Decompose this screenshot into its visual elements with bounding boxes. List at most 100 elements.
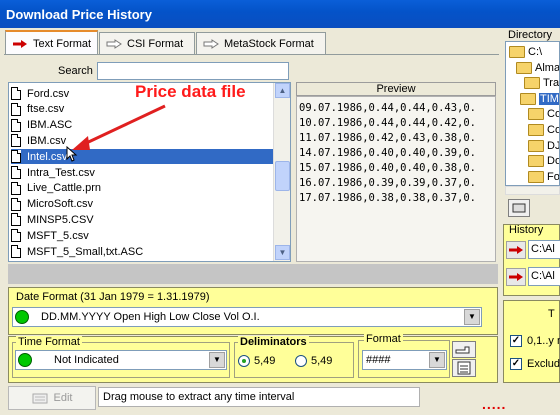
arrow-right-icon [106, 38, 122, 49]
tab-label: Text Format [33, 37, 92, 50]
chevron-down-icon[interactable]: ▼ [429, 352, 445, 368]
document-icon [11, 118, 21, 132]
deliminator-option-label: 5,49 [254, 355, 276, 367]
keyboard-icon [32, 393, 48, 404]
document-icon [11, 150, 21, 164]
format-picker-button[interactable] [452, 341, 476, 358]
time-format-dropdown[interactable]: Not Indicated ▼ [15, 350, 227, 370]
drive-button[interactable] [508, 199, 530, 217]
preview-line: 17.07.1986,0.38,0.38,0.37,0. [299, 192, 477, 204]
directory-item[interactable]: Do [528, 153, 559, 169]
directory-item[interactable]: C:\ [509, 44, 542, 60]
format-value: #### [366, 354, 391, 366]
preview-line: 11.07.1986,0.42,0.43,0.38,0. [299, 132, 477, 144]
tab-label: MetaStock Format [224, 37, 314, 50]
document-icon [11, 229, 21, 243]
time-format-label: Time Format [16, 336, 82, 348]
tab-metastock-format[interactable]: MetaStock Format [196, 32, 326, 54]
tab-text-format[interactable]: Text Format [5, 30, 98, 55]
file-list-item[interactable]: Live_Cattle.prn [11, 181, 273, 196]
calculator-button[interactable] [452, 359, 476, 377]
arrow-right-icon [13, 39, 27, 48]
tab-csi-format[interactable]: CSI Format [99, 32, 195, 54]
option-checkbox-1[interactable]: ✓ 0,1..y n [510, 335, 560, 347]
file-name: ftse.csv [27, 103, 65, 116]
date-format-dropdown[interactable]: DD.MM.YYYY Open High Low Close Vol O.I. … [12, 307, 482, 327]
directory-item[interactable]: For [528, 169, 560, 185]
chevron-down-icon[interactable]: ▼ [464, 309, 480, 325]
file-list-item[interactable]: MSFT_5.csv [11, 228, 273, 243]
file-name: Intra_Test.csv [27, 166, 95, 179]
file-list-scrollbar[interactable]: ▲ ▼ [273, 83, 290, 261]
format-dropdown[interactable]: #### ▼ [362, 350, 447, 370]
option-checkbox-2[interactable]: ✓ Exclud [510, 358, 560, 370]
document-icon [11, 87, 21, 100]
calculator-icon [457, 361, 471, 375]
folder-icon [528, 155, 544, 168]
directory-item-label: DJ [547, 139, 560, 152]
file-list-item[interactable]: MINSP5.CSV [11, 212, 273, 227]
directory-item-label: Co [547, 124, 560, 136]
directory-item-label: C:\ [528, 46, 543, 58]
deliminator-option-2[interactable]: 5,49 [295, 355, 332, 367]
tab-divider [4, 54, 499, 55]
folder-icon [516, 61, 532, 74]
directory-tree[interactable]: C:\ Alma3 Trad TIM Co Co DJ Do For [505, 41, 560, 186]
preview-line: 15.07.1986,0.40,0.40,0.38,0. [299, 162, 477, 174]
status-green-icon [18, 353, 32, 367]
directory-item[interactable]: Alma3 [516, 60, 560, 76]
date-format-value: DD.MM.YYYY Open High Low Close Vol O.I. [41, 311, 260, 323]
history-path[interactable]: C:\Al [528, 267, 560, 286]
deliminator-option-1[interactable]: 5,49 [238, 355, 275, 367]
search-input[interactable] [97, 62, 289, 80]
scroll-down-icon[interactable]: ▼ [275, 245, 290, 260]
annotation-text: Price data file [135, 82, 246, 101]
preview-line: 16.07.1986,0.39,0.39,0.37,0. [299, 177, 477, 189]
history-row-1[interactable]: C:\Al [506, 240, 560, 259]
arrow-right-icon[interactable] [506, 267, 526, 286]
option-label: 0,1..y n [527, 335, 560, 347]
file-name: Live_Cattle.prn [27, 182, 101, 195]
directory-hscrollbar[interactable] [505, 186, 560, 195]
directory-item[interactable]: TIM [520, 91, 559, 107]
radio-icon [295, 355, 307, 367]
deliminators-label: Deliminators [238, 336, 309, 348]
file-name: MSFT_5_Small,txt.ASC [27, 245, 144, 258]
folder-icon [509, 46, 525, 58]
arrow-right-icon [203, 38, 219, 49]
document-icon [11, 134, 21, 148]
folder-icon [528, 124, 544, 136]
file-list-item[interactable]: MicroSoft.csv [11, 197, 273, 212]
checkbox-icon: ✓ [510, 335, 522, 347]
document-icon [11, 166, 21, 179]
document-icon [11, 197, 21, 211]
history-row-2[interactable]: C:\Al [506, 267, 560, 286]
preview-panel: 09.07.1986,0.44,0.44,0.43,0. 10.07.1986,0… [296, 96, 496, 262]
file-list-item[interactable]: Intra_Test.csv [11, 165, 273, 180]
preview-line: 14.07.1986,0.40,0.40,0.39,0. [299, 147, 477, 159]
edit-button[interactable]: Edit [8, 386, 96, 410]
preview-line: 10.07.1986,0.44,0.44,0.42,0. [299, 117, 477, 129]
separator-band [8, 264, 498, 284]
file-name: MicroSoft.csv [27, 198, 94, 211]
status-indicator: ..... [482, 396, 507, 412]
arrow-right-icon[interactable] [506, 240, 526, 259]
tab-label: CSI Format [127, 37, 184, 50]
document-icon [11, 213, 21, 227]
scroll-up-icon[interactable]: ▲ [275, 83, 290, 98]
directory-item-label: Alma3 [535, 61, 560, 74]
file-list-item[interactable]: MSFT_5_Small,txt.ASC [11, 244, 273, 259]
directory-item[interactable]: Co [528, 106, 560, 122]
directory-item[interactable]: Co [528, 122, 560, 138]
scroll-thumb[interactable] [275, 161, 290, 191]
history-path[interactable]: C:\Al [528, 240, 560, 259]
chevron-down-icon[interactable]: ▼ [209, 352, 225, 368]
radio-icon [238, 355, 250, 367]
directory-item-label: Co [547, 108, 560, 121]
search-label: Search [58, 65, 93, 77]
directory-item[interactable]: Trad [524, 75, 560, 91]
directory-item-label: For [547, 170, 560, 183]
directory-item-label: Trad [543, 77, 560, 90]
preview-line: 09.07.1986,0.44,0.44,0.43,0. [299, 102, 477, 114]
directory-item[interactable]: DJ [528, 138, 560, 154]
